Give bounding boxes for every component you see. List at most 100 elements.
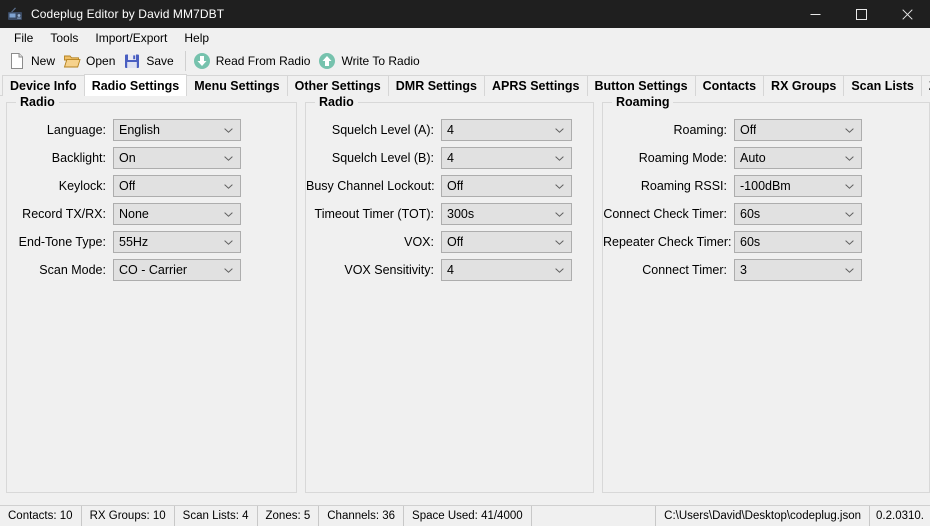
chevron-down-icon — [224, 184, 233, 189]
connect-check-timer-select[interactable]: 60s — [734, 203, 862, 225]
field-backlight: Backlight: On — [7, 147, 296, 169]
chevron-down-icon — [555, 184, 564, 189]
field-roaming-rssi-label: Roaming RSSI: — [640, 179, 727, 193]
roaming-select[interactable]: Off — [734, 119, 862, 141]
repeater-check-timer-select[interactable]: 60s — [734, 231, 862, 253]
field-connect-check-timer: Connect Check Timer: 60s — [603, 203, 929, 225]
menu-item-file[interactable]: File — [8, 29, 42, 48]
status-contacts: Contacts: 10 — [0, 505, 82, 526]
vox-value: Off — [447, 235, 464, 249]
field-roaming-mode-label: Roaming Mode: — [638, 151, 727, 165]
tab-radio-settings[interactable]: Radio Settings — [83, 74, 188, 96]
squelch-level-a-value: 4 — [447, 123, 454, 137]
tab-content-radio-settings: Radio Language: English Backlight: On Ke… — [0, 95, 930, 505]
chevron-down-icon — [224, 156, 233, 161]
chevron-down-icon — [555, 128, 564, 133]
save-floppy-icon — [123, 52, 141, 70]
menu-item-import-export[interactable]: Import/Export — [89, 29, 176, 48]
new-button-label: New — [31, 54, 56, 68]
menu-item-help[interactable]: Help — [178, 29, 218, 48]
write-to-radio-label: Write To Radio — [341, 54, 420, 68]
menu-item-tools[interactable]: Tools — [44, 29, 87, 48]
upload-arrow-icon — [318, 52, 336, 70]
field-squelch-level-b: Squelch Level (B): 4 — [306, 147, 593, 169]
tab-zones-channels[interactable]: Zones/Channels — [920, 75, 930, 96]
connect-check-timer-value: 60s — [740, 207, 761, 221]
keylock-value: Off — [119, 179, 136, 193]
language-value: English — [119, 123, 160, 137]
tab-button-settings[interactable]: Button Settings — [586, 75, 696, 96]
roaming-rssi-value: -100dBm — [740, 179, 791, 193]
field-vox-sensitivity-label: VOX Sensitivity: — [344, 263, 434, 277]
connect-timer-select[interactable]: 3 — [734, 259, 862, 281]
chevron-down-icon — [845, 268, 854, 273]
backlight-select[interactable]: On — [113, 147, 241, 169]
language-select[interactable]: English — [113, 119, 241, 141]
field-squelch-level-a-label: Squelch Level (A): — [331, 123, 434, 137]
record-tx-rx-select[interactable]: None — [113, 203, 241, 225]
roaming-mode-value: Auto — [740, 151, 766, 165]
field-connect-check-timer-label: Connect Check Timer: — [603, 207, 727, 221]
timeout-timer-select[interactable]: 300s — [441, 203, 572, 225]
status-zones: Zones: 5 — [258, 505, 320, 526]
open-button[interactable]: Open — [61, 49, 121, 73]
read-from-radio-label: Read From Radio — [215, 54, 311, 68]
tab-scan-lists[interactable]: Scan Lists — [843, 75, 922, 96]
status-spacer — [532, 505, 657, 526]
radio-app-icon — [7, 6, 23, 22]
field-end-tone-type-label: End-Tone Type: — [18, 235, 106, 249]
close-icon[interactable] — [884, 0, 930, 28]
write-to-radio-button[interactable]: Write To Radio — [316, 49, 425, 73]
chevron-down-icon — [224, 268, 233, 273]
end-tone-type-select[interactable]: 55Hz — [113, 231, 241, 253]
field-busy-channel-lockout-label: Busy Channel Lockout: — [306, 179, 435, 193]
roaming-mode-select[interactable]: Auto — [734, 147, 862, 169]
squelch-level-a-select[interactable]: 4 — [441, 119, 572, 141]
roaming-rssi-select[interactable]: -100dBm — [734, 175, 862, 197]
group-roaming: Roaming Roaming: Off Roaming Mode: Auto — [602, 95, 930, 493]
status-version: 0.2.0310. — [876, 510, 924, 522]
field-end-tone-type: End-Tone Type: 55Hz — [7, 231, 296, 253]
chevron-down-icon — [845, 156, 854, 161]
field-scan-mode-label: Scan Mode: — [39, 263, 106, 277]
tab-rx-groups[interactable]: RX Groups — [763, 75, 845, 96]
new-button[interactable]: New — [6, 49, 61, 73]
field-timeout-timer-label: Timeout Timer (TOT): — [314, 207, 434, 221]
vox-sensitivity-value: 4 — [447, 263, 454, 277]
tab-other-settings[interactable]: Other Settings — [286, 75, 389, 96]
field-record-tx-rx: Record TX/RX: None — [7, 203, 296, 225]
scan-mode-select[interactable]: CO - Carrier — [113, 259, 241, 281]
open-folder-icon — [63, 52, 81, 70]
tool-bar: New Open Save Read From Radio Write To R… — [0, 48, 930, 74]
field-language-label: Language: — [46, 123, 106, 137]
vox-sensitivity-select[interactable]: 4 — [441, 259, 572, 281]
tab-aprs-settings[interactable]: APRS Settings — [484, 75, 588, 96]
field-keylock-label: Keylock: — [58, 179, 106, 193]
read-from-radio-button[interactable]: Read From Radio — [191, 49, 317, 73]
window-controls — [792, 0, 930, 28]
tab-device-info[interactable]: Device Info — [2, 75, 85, 96]
field-roaming-rssi: Roaming RSSI: -100dBm — [603, 175, 929, 197]
field-timeout-timer: Timeout Timer (TOT): 300s — [306, 203, 593, 225]
field-keylock: Keylock: Off — [7, 175, 296, 197]
busy-channel-lockout-select[interactable]: Off — [441, 175, 572, 197]
status-channels: Channels: 36 — [319, 505, 405, 526]
field-repeater-check-timer: Repeater Check Timer: 60s — [603, 231, 929, 253]
tab-contacts[interactable]: Contacts — [694, 75, 765, 96]
field-roaming-mode: Roaming Mode: Auto — [603, 147, 929, 169]
vox-select[interactable]: Off — [441, 231, 572, 253]
chevron-down-icon — [845, 184, 854, 189]
field-scan-mode: Scan Mode: CO - Carrier — [7, 259, 296, 281]
squelch-level-b-select[interactable]: 4 — [441, 147, 572, 169]
field-vox-sensitivity: VOX Sensitivity: 4 — [306, 259, 593, 281]
tab-dmr-settings[interactable]: DMR Settings — [387, 75, 485, 96]
field-squelch-level-a: Squelch Level (A): 4 — [306, 119, 593, 141]
chevron-down-icon — [555, 156, 564, 161]
tab-menu-settings[interactable]: Menu Settings — [186, 75, 288, 96]
minimize-icon[interactable] — [792, 0, 838, 28]
keylock-select[interactable]: Off — [113, 175, 241, 197]
field-vox-label: VOX: — [404, 235, 434, 249]
save-button[interactable]: Save — [121, 49, 179, 73]
status-bar: Contacts: 10 RX Groups: 10 Scan Lists: 4… — [0, 505, 930, 526]
maximize-icon[interactable] — [838, 0, 884, 28]
